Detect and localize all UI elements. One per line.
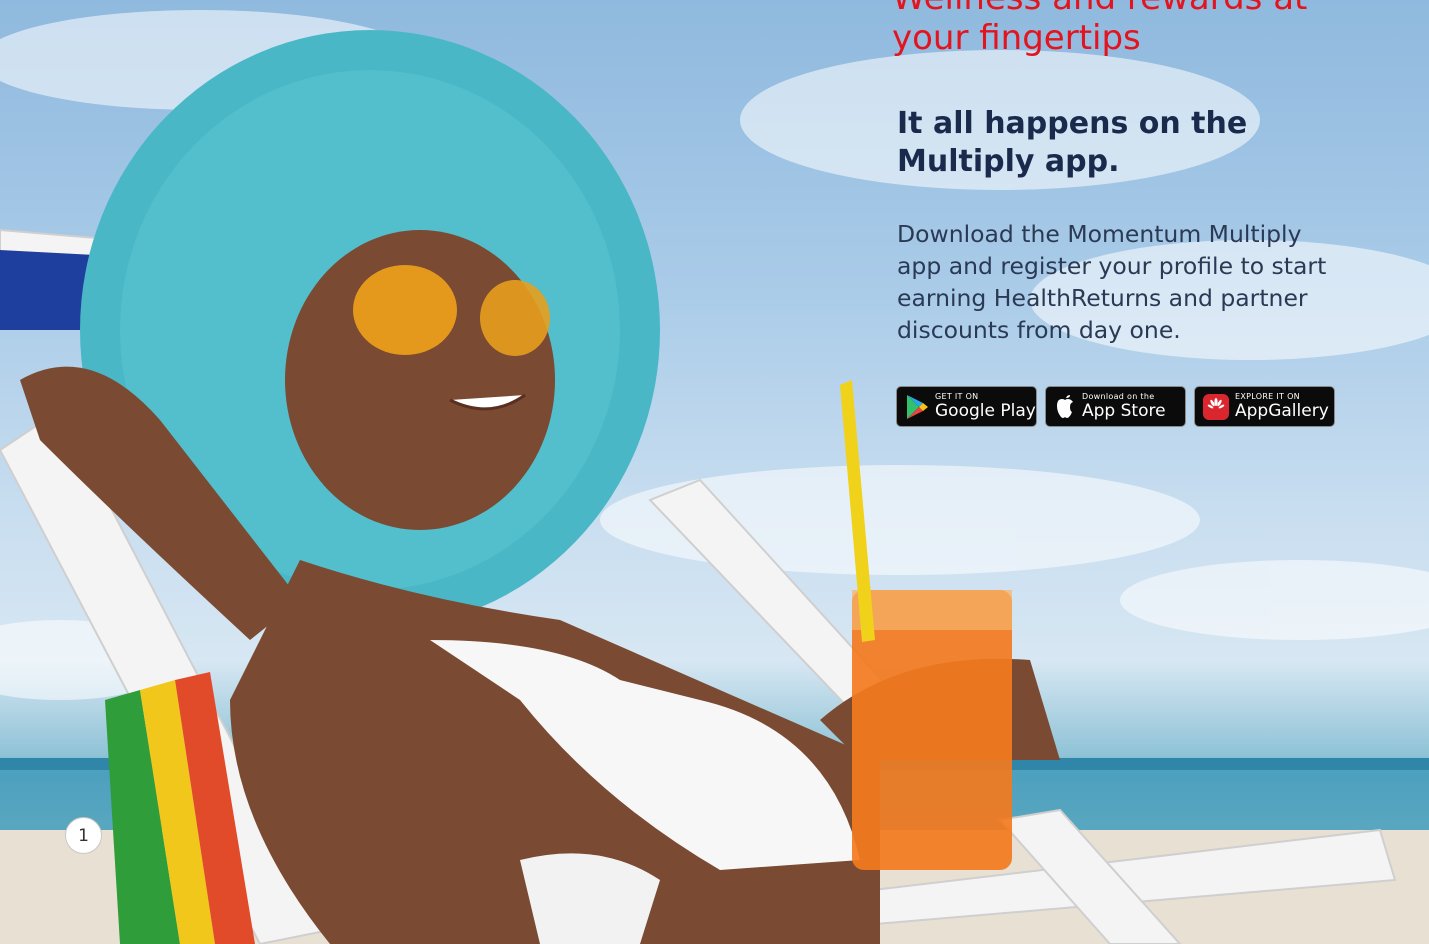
subheading-line-1: It all happens on the xyxy=(897,106,1248,141)
headline-line-1: Wellness and rewards at xyxy=(892,0,1307,18)
app-gallery-button[interactable]: EXPLORE IT ON AppGallery xyxy=(1194,386,1335,427)
body-text: Download the Momentum Multiply app and r… xyxy=(897,220,1327,344)
google-play-small-label: GET IT ON xyxy=(935,392,979,401)
headline-line-2: your fingertips xyxy=(892,18,1141,58)
subheading-line-2: Multiply app. xyxy=(897,144,1120,179)
google-play-button[interactable]: GET IT ON Google Play xyxy=(896,386,1037,427)
app-store-button[interactable]: Download on the App Store xyxy=(1045,386,1186,427)
app-store-small-label: Download on the xyxy=(1082,392,1155,401)
store-badges: GET IT ON Google Play Download on the Ap… xyxy=(896,386,1335,427)
app-gallery-small-label: EXPLORE IT ON xyxy=(1235,392,1300,401)
orange-drink xyxy=(840,380,1012,870)
page-number: 1 xyxy=(65,817,102,854)
apple-icon xyxy=(1057,394,1073,418)
google-play-label: Google Play xyxy=(935,401,1036,421)
subheading: It all happens on the Multiply app. xyxy=(897,105,1297,181)
google-play-icon xyxy=(907,394,928,419)
headline: Wellness and rewards at your fingertips xyxy=(892,0,1372,58)
app-store-label: App Store xyxy=(1082,401,1166,421)
app-gallery-label: AppGallery xyxy=(1235,401,1329,421)
page: Wellness and rewards at your fingertips … xyxy=(0,0,1429,944)
huawei-icon xyxy=(1203,393,1229,420)
